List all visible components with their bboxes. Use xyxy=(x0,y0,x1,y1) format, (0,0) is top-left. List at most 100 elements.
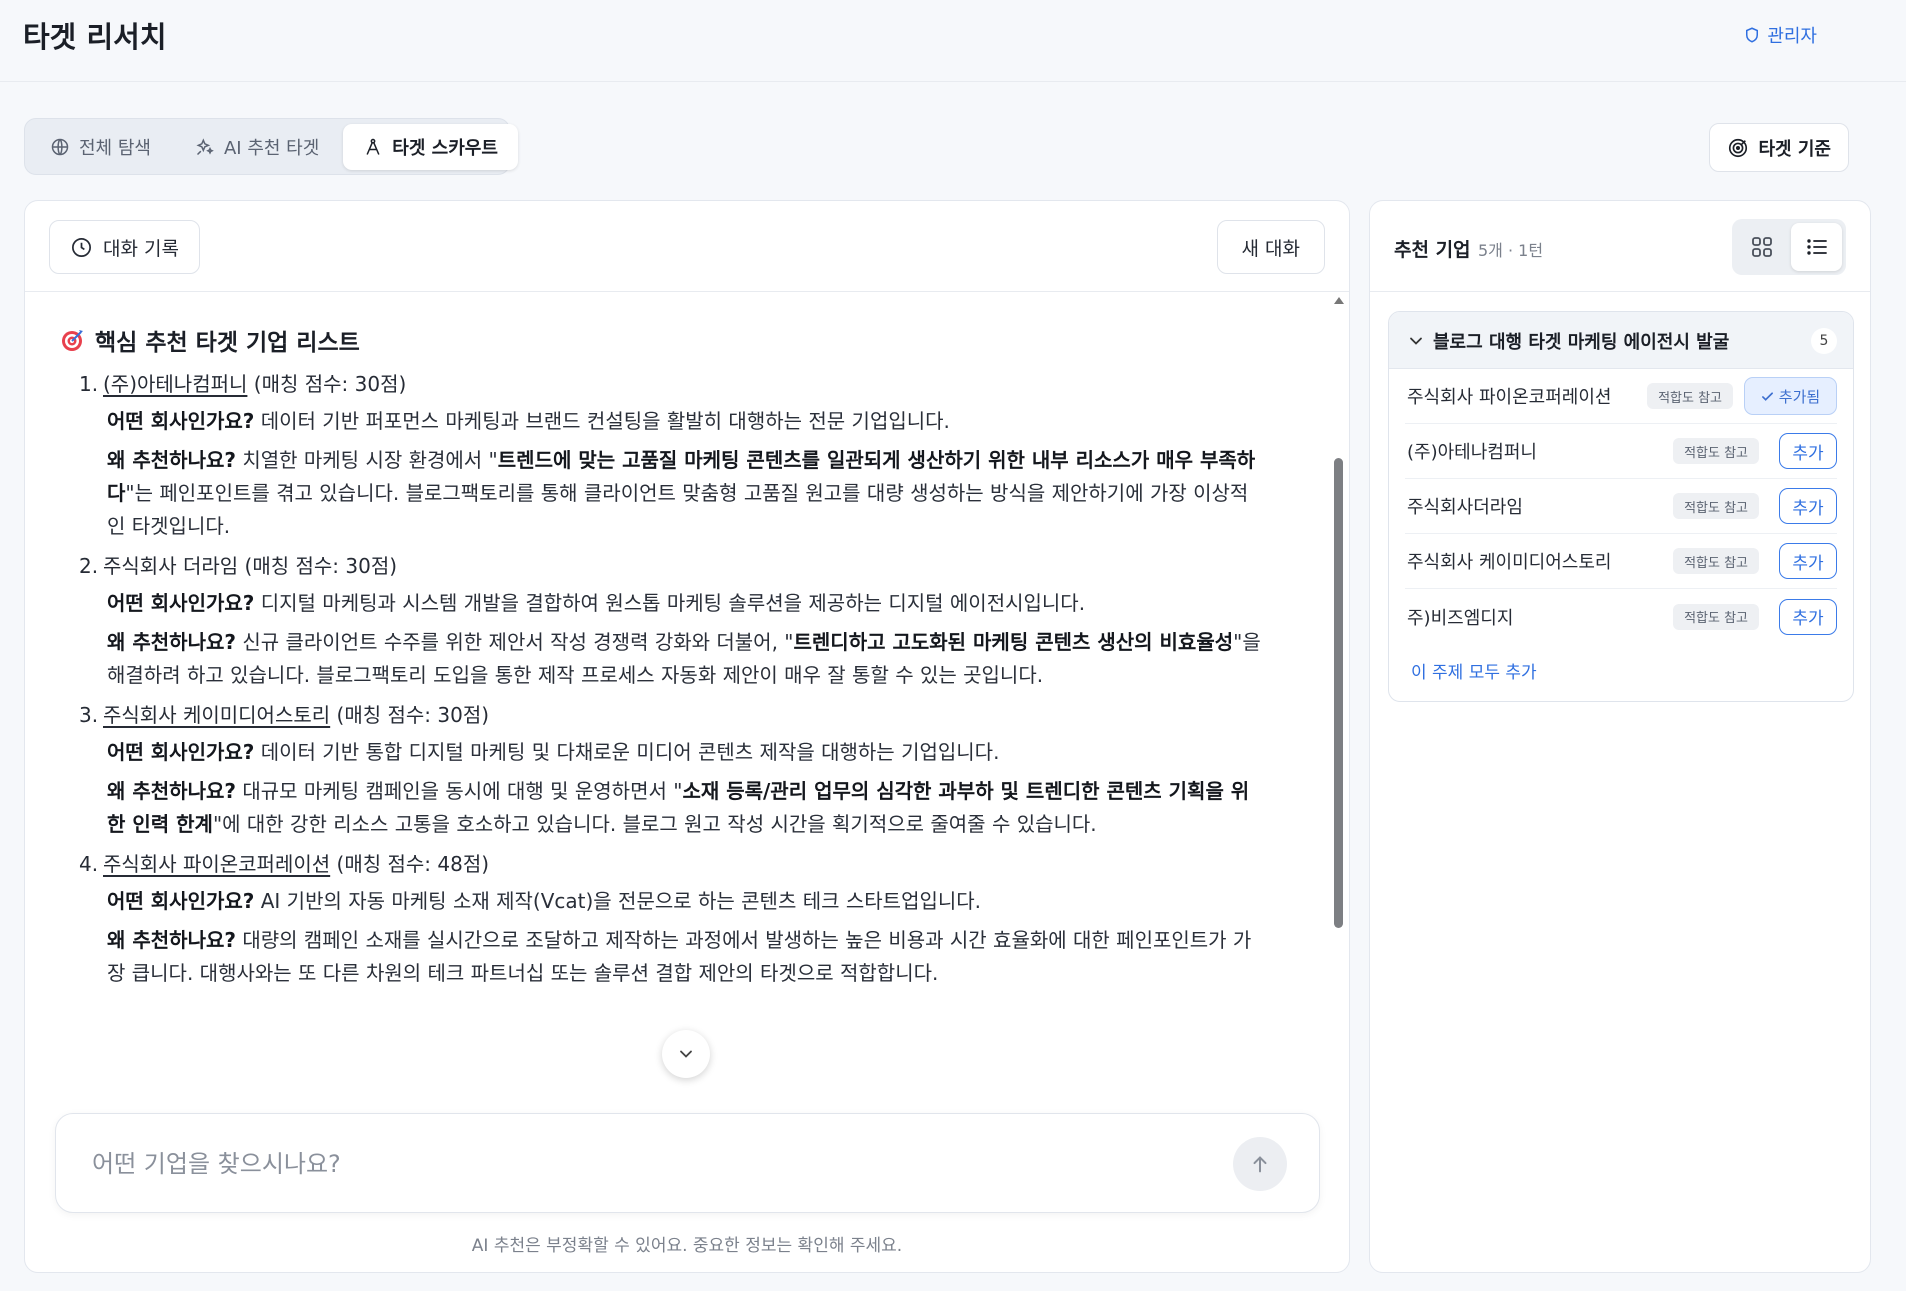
admin-link[interactable]: 관리자 xyxy=(1743,22,1817,48)
message-scroll-area[interactable]: 핵심 추천 타겟 기업 리스트 1. (주)아테나컴퍼니 (매칭 점수: 30점)… xyxy=(25,293,1335,1113)
arrow-up-icon xyxy=(1253,1156,1267,1173)
check-icon xyxy=(1761,391,1773,401)
table-row: 주식회사더라임 적합도 참고 추가 xyxy=(1405,479,1837,534)
list-view-button[interactable] xyxy=(1791,223,1842,271)
company-list: 주식회사 파이온코퍼레이션 적합도 참고 추가됨 (주)아테나컴퍼니 적합도 참… xyxy=(1389,369,1853,644)
scroll-to-bottom-button[interactable] xyxy=(662,1030,710,1078)
list-icon xyxy=(1806,239,1827,255)
compass-icon xyxy=(366,138,380,155)
tab-label: 전체 탐색 xyxy=(79,137,151,159)
match-score: (매칭 점수: 30점) xyxy=(244,554,398,578)
history-label: 대화 기록 xyxy=(103,237,179,260)
target-emoji-icon xyxy=(62,330,83,351)
company-why: 왜 추천하나요? 치열한 마케팅 시장 환경에서 "트렌드에 맞는 고품질 마케… xyxy=(107,444,1262,543)
why-text-end: "는 페인포인트를 겪고 있습니다. 블로그팩토리를 통해 클라이언트 맞춤형 … xyxy=(107,481,1249,538)
table-row: 주)비즈엠디지 적합도 참고 추가 xyxy=(1405,589,1837,644)
table-row: 주식회사 케이미디어스토리 적합도 참고 추가 xyxy=(1405,534,1837,589)
add-button[interactable]: 추가 xyxy=(1779,433,1837,469)
list-item: 2. 주식회사 더라임 (매칭 점수: 30점) 어떤 회사인가요? 디지털 마케… xyxy=(55,551,1335,692)
list-item: 4. 주식회사 파이온코퍼레이션 (매칭 점수: 48점) 어떤 회사인가요? A… xyxy=(55,849,1335,990)
list-number: 2. xyxy=(79,554,99,578)
why-text: 대규모 마케팅 캠페인을 동시에 대행 및 운영하면서 " xyxy=(235,779,683,803)
company-why: 왜 추천하나요? 대규모 마케팅 캠페인을 동시에 대행 및 운영하면서 "소재… xyxy=(107,775,1262,841)
company-what: 어떤 회사인가요? 데이터 기반 통합 디지털 마케팅 및 다채로운 미디어 콘… xyxy=(107,736,1262,769)
recommendation-group: 블로그 대행 타겟 마케팅 에이전시 발굴 5 주식회사 파이온코퍼레이션 적합… xyxy=(1388,311,1854,702)
list-number: 4. xyxy=(79,852,99,876)
fit-badge: 적합도 참고 xyxy=(1647,383,1733,409)
page-title: 타겟 리서치 xyxy=(23,20,167,54)
chat-panel: 대화 기록 새 대화 핵심 추천 타겟 기업 리스트 1. (주)아테나컴퍼니 (… xyxy=(24,200,1350,1273)
criteria-label: 타겟 기준 xyxy=(1758,138,1831,160)
tab-ai-recommend[interactable]: AI 추천 타겟 xyxy=(175,124,339,170)
company-heading: 4. 주식회사 파이온코퍼레이션 (매칭 점수: 48점) xyxy=(55,849,1335,879)
company-heading: 2. 주식회사 더라임 (매칭 점수: 30점) xyxy=(55,551,1335,581)
mode-tabs: 전체 탐색 AI 추천 타겟 타겟 스카우트 xyxy=(24,118,518,175)
what-label: 어떤 회사인가요? xyxy=(107,409,255,433)
message-title-text: 핵심 추천 타겟 기업 리스트 xyxy=(95,330,360,356)
company-link[interactable]: 주식회사 파이온코퍼레이션 xyxy=(103,852,330,876)
company-link[interactable]: 주식회사 케이미디어스토리 xyxy=(103,703,330,727)
scrollbar[interactable] xyxy=(1333,293,1345,1113)
add-all-button[interactable]: 이 주제 모두 추가 xyxy=(1411,658,1537,683)
fit-badge: 적합도 참고 xyxy=(1673,603,1759,630)
why-text-end: "에 대한 강한 리소스 고통을 호소하고 있습니다. 블로그 원고 작성 시간… xyxy=(212,812,1097,836)
send-button[interactable] xyxy=(1233,1137,1287,1191)
new-chat-button[interactable]: 새 대화 xyxy=(1216,220,1325,274)
match-score: (매칭 점수: 30점) xyxy=(253,372,407,396)
recommended-meta: 5개 · 1턴 xyxy=(1478,241,1544,260)
fit-badge: 적합도 참고 xyxy=(1673,548,1759,574)
company-heading: 3. 주식회사 케이미디어스토리 (매칭 점수: 30점) xyxy=(55,700,1335,730)
add-button[interactable]: 추가 xyxy=(1779,488,1837,524)
company-link[interactable]: (주)아테나컴퍼니 xyxy=(103,372,247,396)
search-input[interactable] xyxy=(92,1144,1192,1184)
why-text: 대량의 캠페인 소재를 실시간으로 조달하고 제작하는 과정에서 발생하는 높은… xyxy=(107,928,1252,985)
grid-view-button[interactable] xyxy=(1736,223,1787,271)
company-name: 주식회사 케이미디어스토리 xyxy=(1407,552,1612,573)
recommended-title: 추천 기업 xyxy=(1394,239,1471,261)
shield-icon xyxy=(1746,27,1759,43)
what-text: 디지털 마케팅과 시스템 개발을 결합하여 원스톱 마케팅 솔루션을 제공하는 … xyxy=(254,591,1086,615)
group-header[interactable]: 블로그 대행 타겟 마케팅 에이전시 발굴 5 xyxy=(1389,312,1853,369)
company-name: 주)비즈엠디지 xyxy=(1407,607,1514,629)
ai-disclaimer: AI 추천은 부정확할 수 있어요. 중요한 정보는 확인해 주세요. xyxy=(471,1236,903,1256)
why-text: 신규 클라이언트 수주를 위한 제안서 작성 경쟁력 강화와 더불어, " xyxy=(235,630,794,654)
chevron-down-icon xyxy=(680,1050,692,1058)
why-text: 치열한 마케팅 시장 환경에서 " xyxy=(235,448,498,472)
chevron-down-icon xyxy=(1410,337,1422,345)
added-button[interactable]: 추가됨 xyxy=(1744,377,1837,415)
target-criteria-button[interactable]: 타겟 기준 xyxy=(1709,123,1849,172)
why-highlight: 트렌디하고 고도화된 마케팅 콘텐츠 생산의 비효율성 xyxy=(793,630,1234,654)
company-name: 주식회사 파이온코퍼레이션 xyxy=(1407,387,1612,408)
view-toggle xyxy=(1732,219,1846,275)
add-button[interactable]: 추가 xyxy=(1779,543,1837,579)
scroll-up-arrow-icon[interactable] xyxy=(1334,297,1344,304)
table-row: 주식회사 파이온코퍼레이션 적합도 참고 추가됨 xyxy=(1405,369,1837,424)
tab-target-scout[interactable]: 타겟 스카우트 xyxy=(343,123,518,170)
chat-history-button[interactable]: 대화 기록 xyxy=(49,220,200,274)
company-why: 왜 추천하나요? 대량의 캠페인 소재를 실시간으로 조달하고 제작하는 과정에… xyxy=(107,924,1262,990)
company-why: 왜 추천하나요? 신규 클라이언트 수주를 위한 제안서 작성 경쟁력 강화와 … xyxy=(107,626,1262,692)
tab-label: 타겟 스카우트 xyxy=(392,137,498,159)
why-label: 왜 추천하나요? xyxy=(107,779,236,803)
list-number: 3. xyxy=(79,703,99,727)
scrollbar-thumb[interactable] xyxy=(1334,458,1343,928)
admin-label: 관리자 xyxy=(1767,26,1817,47)
list-item: 1. (주)아테나컴퍼니 (매칭 점수: 30점) 어떤 회사인가요? 데이터 기… xyxy=(55,369,1335,543)
what-text: 데이터 기반 통합 디지털 마케팅 및 다채로운 미디어 콘텐츠 제작을 대행하… xyxy=(254,740,1000,764)
recommended-panel: 추천 기업 5개 · 1턴 블로그 대행 타겟 마케팅 에이전시 발굴 5 주식… xyxy=(1369,200,1871,1273)
sparkles-icon xyxy=(196,137,214,155)
grid-icon xyxy=(1751,237,1772,257)
tab-all-explore[interactable]: 전체 탐색 xyxy=(30,124,171,170)
match-score: (매칭 점수: 48점) xyxy=(336,852,490,876)
what-label: 어떤 회사인가요? xyxy=(107,591,255,615)
table-row: (주)아테나컴퍼니 적합도 참고 추가 xyxy=(1405,424,1837,479)
what-text: AI 기반의 자동 마케팅 소재 제작(Vcat)을 전문으로 하는 콘텐츠 테… xyxy=(254,889,982,913)
why-label: 왜 추천하나요? xyxy=(107,448,236,472)
why-label: 왜 추천하나요? xyxy=(107,928,236,952)
top-bar: 타겟 리서치 관리자 xyxy=(0,0,1906,82)
company-what: 어떤 회사인가요? AI 기반의 자동 마케팅 소재 제작(Vcat)을 전문으… xyxy=(107,885,1262,918)
company-name: 주식회사더라임 xyxy=(1407,497,1523,518)
added-label: 추가됨 xyxy=(1778,387,1821,406)
list-item: 3. 주식회사 케이미디어스토리 (매칭 점수: 30점) 어떤 회사인가요? 데… xyxy=(55,700,1335,841)
add-button[interactable]: 추가 xyxy=(1779,598,1837,635)
